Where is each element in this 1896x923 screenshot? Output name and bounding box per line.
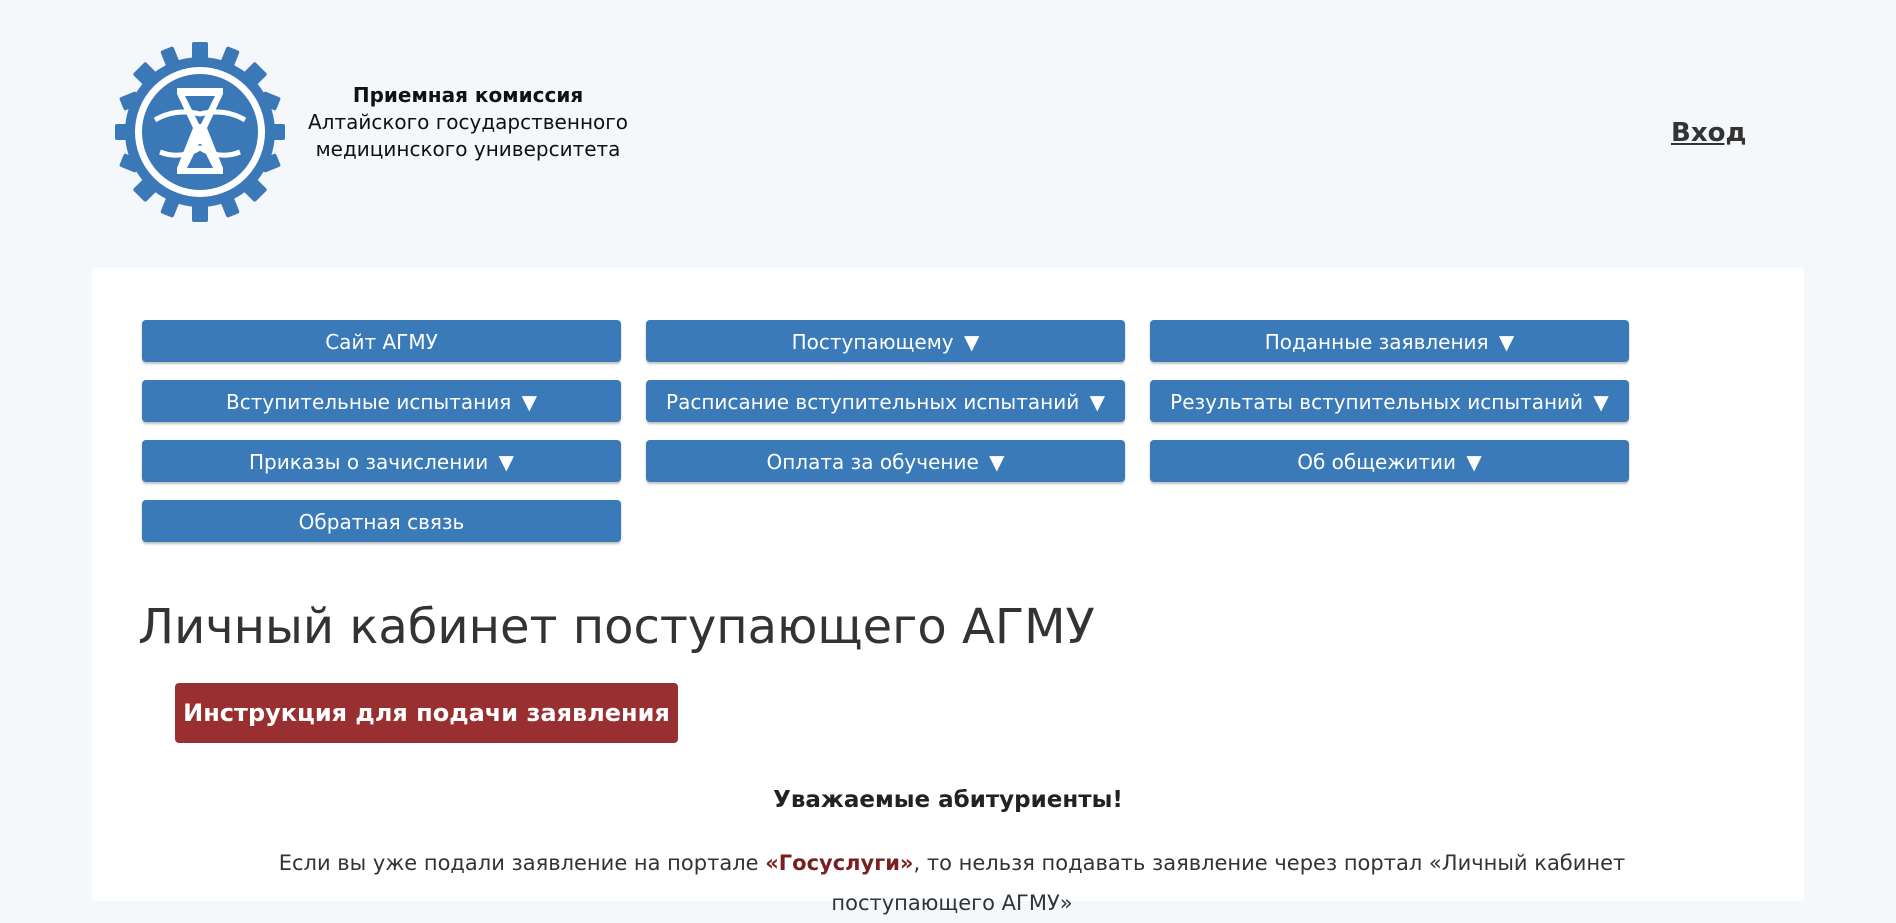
login-link[interactable]: Вход bbox=[1671, 118, 1746, 148]
agmu-logo-icon[interactable] bbox=[115, 40, 285, 224]
menu-item-label: Расписание вступительных испытаний bbox=[666, 390, 1080, 414]
menu-item-label: Поданные заявления bbox=[1264, 330, 1489, 354]
menu-item-dormitory[interactable]: Об общежитии ▼ bbox=[1150, 440, 1629, 482]
menu-item-tuition-payment[interactable]: Оплата за обучение ▼ bbox=[646, 440, 1125, 482]
brand-line-1: Приемная комиссия bbox=[352, 83, 584, 107]
menu-item-label: Вступительные испытания bbox=[226, 390, 512, 414]
dropdown-arrow-icon: ▼ bbox=[1498, 330, 1515, 354]
menu-item-label: Сайт АГМУ bbox=[325, 330, 438, 354]
menu-item-label: Поступающему bbox=[791, 330, 954, 354]
brand-line-3: медицинского университета bbox=[315, 137, 621, 161]
menu-item-feedback[interactable]: Обратная связь bbox=[142, 500, 621, 542]
notice-part-2: , то нельзя подавать заявление через пор… bbox=[831, 851, 1626, 915]
menu-item-label: Об общежитии bbox=[1297, 450, 1457, 474]
dropdown-arrow-icon: ▼ bbox=[1593, 390, 1609, 414]
menu-item-applicant[interactable]: Поступающему ▼ bbox=[646, 320, 1125, 362]
main-panel: Сайт АГМУ Поступающему ▼ Поданные заявле… bbox=[92, 268, 1804, 915]
menu-item-label: Обратная связь bbox=[298, 510, 465, 534]
dropdown-arrow-icon: ▼ bbox=[963, 330, 980, 354]
menu-item-submitted-applications[interactable]: Поданные заявления ▼ bbox=[1150, 320, 1629, 362]
dropdown-arrow-icon: ▼ bbox=[1466, 450, 1482, 474]
brand-line-2: Алтайского государственного bbox=[307, 110, 628, 134]
menu-item-label: Оплата за обучение bbox=[766, 450, 979, 474]
menu-item-exam-results[interactable]: Результаты вступительных испытаний ▼ bbox=[1150, 380, 1629, 422]
menu-item-entrance-exams[interactable]: Вступительные испытания ▼ bbox=[142, 380, 621, 422]
menu-item-label: Результаты вступительных испытаний bbox=[1170, 390, 1584, 414]
notice-part-1: Если вы уже подали заявление на портале bbox=[278, 851, 766, 875]
notice-text: Если вы уже подали заявление на портале … bbox=[202, 843, 1702, 923]
menu-item-site-agmu[interactable]: Сайт АГМУ bbox=[142, 320, 621, 362]
menu-item-enrollment-orders[interactable]: Приказы о зачислении ▼ bbox=[142, 440, 621, 482]
greeting-heading: Уважаемые абитуриенты! bbox=[773, 787, 1123, 813]
page-title: Личный кабинет поступающего АГМУ bbox=[138, 599, 1095, 655]
gosuslugi-highlight: «Госуслуги» bbox=[765, 851, 914, 875]
dropdown-arrow-icon: ▼ bbox=[521, 390, 537, 414]
instruction-button[interactable]: Инструкция для подачи заявления bbox=[175, 683, 678, 743]
site-header: Приемная комиссия Алтайского государстве… bbox=[0, 0, 1896, 268]
brand-title: Приемная комиссия Алтайского государстве… bbox=[298, 82, 638, 163]
menu-item-exam-schedule[interactable]: Расписание вступительных испытаний ▼ bbox=[646, 380, 1125, 422]
menu-item-label: Приказы о зачислении bbox=[248, 450, 489, 474]
dropdown-arrow-icon: ▼ bbox=[1089, 390, 1105, 414]
dropdown-arrow-icon: ▼ bbox=[498, 450, 515, 474]
dropdown-arrow-icon: ▼ bbox=[989, 450, 1005, 474]
